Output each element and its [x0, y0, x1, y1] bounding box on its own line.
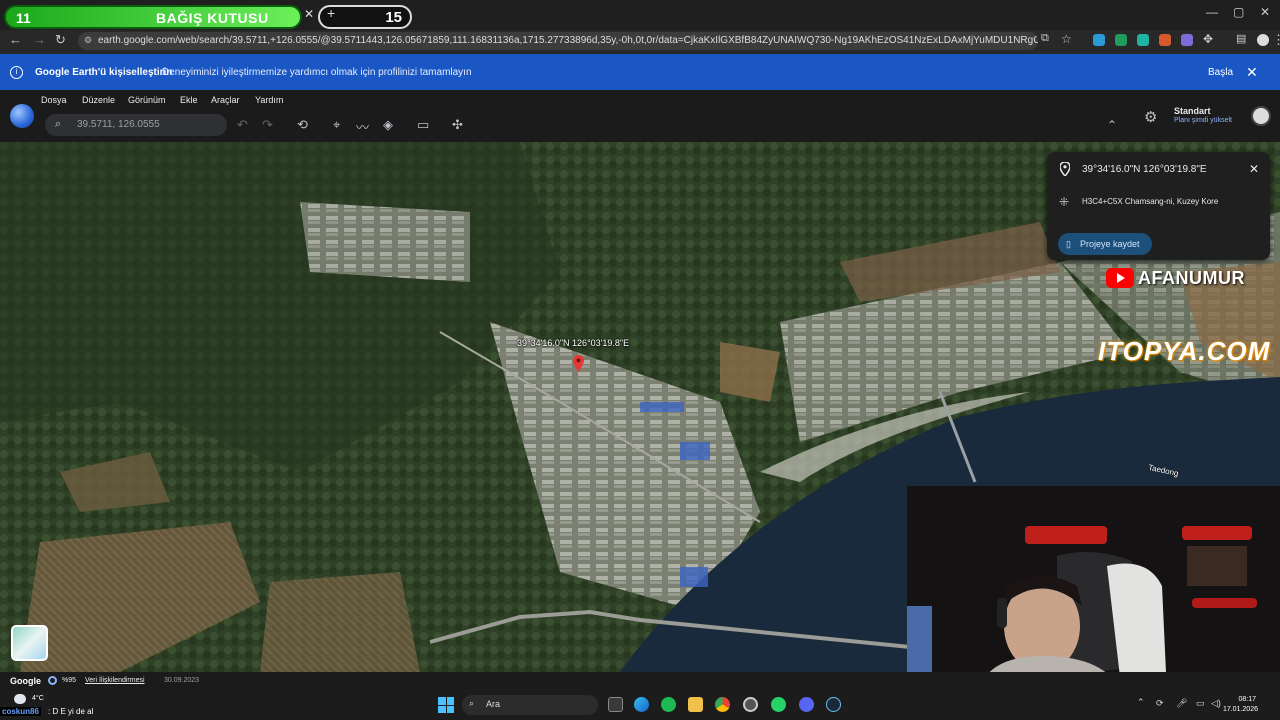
notice-text: Deneyiminizi iyileştirmemize yardımcı ol…: [162, 67, 472, 78]
clock-time[interactable]: 08:17: [1226, 696, 1256, 703]
windows-start-icon[interactable]: [438, 697, 454, 713]
layers-icon[interactable]: ◈: [383, 117, 393, 133]
site-info-icon[interactable]: ⚙: [84, 35, 92, 46]
chrome-icon[interactable]: [715, 697, 730, 712]
discord-icon[interactable]: [799, 697, 814, 712]
obs-icon[interactable]: [743, 697, 758, 712]
save-to-project-button[interactable]: Projeye kaydet: [1058, 233, 1152, 255]
url-field[interactable]: earth.google.com/web/search/39.5711,+126…: [78, 32, 1038, 50]
steam-icon[interactable]: [826, 697, 841, 712]
sponsor-logo: ITOPYA.COM: [1098, 336, 1271, 366]
imagery-date: 30.09.2023: [164, 677, 200, 684]
loading-spinner-icon: [48, 676, 57, 685]
notice-title: Google Earth'ü kişiselleştirin: [35, 67, 173, 78]
menu-help[interactable]: Yardım: [255, 95, 283, 105]
taskbar-search-input[interactable]: Ara: [462, 695, 598, 715]
data-attribution-link[interactable]: Veri İlişkilendirmesi: [85, 677, 145, 684]
file-explorer-icon[interactable]: [688, 697, 703, 712]
spotify-icon[interactable]: [661, 697, 676, 712]
back-icon[interactable]: ←: [9, 32, 22, 47]
extension-icon[interactable]: [1093, 34, 1105, 46]
draw-path-icon[interactable]: 〰: [356, 117, 369, 136]
google-logo: Google: [10, 676, 41, 686]
bookmark-icon: ▯: [1066, 239, 1071, 249]
search-input[interactable]: 39.5711, 126.0555: [45, 114, 227, 136]
webcam-image: [907, 486, 1280, 694]
donation-label: BAĞIŞ KUTUSU: [156, 10, 269, 26]
settings-gear-icon[interactable]: ⚙: [1144, 108, 1157, 126]
search-icon: ⌕: [469, 698, 475, 708]
whatsapp-icon[interactable]: [771, 697, 786, 712]
task-view-icon[interactable]: [608, 697, 623, 712]
redo-icon[interactable]: ↷: [262, 117, 273, 133]
card-coordinates: 39°34'16.0"N 126°03'19.8"E: [1082, 164, 1207, 175]
plan-upgrade-link[interactable]: Planı şimdi yükselt: [1174, 117, 1232, 124]
donation-count: 11: [16, 10, 31, 26]
donation-box-overlay: 11 BAĞIŞ KUTUSU: [4, 5, 302, 29]
volume-icon[interactable]: ◁): [1211, 698, 1221, 709]
forward-icon[interactable]: →: [33, 32, 46, 47]
earth-logo-icon[interactable]: [10, 104, 34, 128]
menu-view[interactable]: Görünüm: [128, 95, 166, 105]
chat-username: coskun86: [0, 707, 41, 716]
location-pin-icon: [1060, 162, 1070, 176]
window-close-icon[interactable]: ✕: [1260, 5, 1270, 19]
network-icon[interactable]: ▭: [1196, 698, 1205, 709]
reload-icon[interactable]: ↻: [55, 32, 66, 48]
tab-close-icon[interactable]: ✕: [304, 7, 314, 21]
tray-app-icon[interactable]: ⟳: [1156, 698, 1164, 709]
microphone-icon[interactable]: 🎤︎: [1176, 698, 1187, 709]
search-icon: ⌕: [55, 118, 62, 130]
card-plus-code: H3C4+C5X Chamsang-ni, Kuzey Kore: [1082, 197, 1219, 206]
weather-cloud-icon[interactable]: [14, 694, 26, 704]
clock-date[interactable]: 17.01.2026: [1222, 706, 1258, 713]
profile-avatar[interactable]: [1257, 34, 1269, 46]
chrome-menu-icon[interactable]: ⋮: [1272, 32, 1280, 48]
map-style-button[interactable]: [11, 625, 48, 661]
menu-add[interactable]: Ekle: [180, 95, 198, 105]
menu-edit[interactable]: Düzenle: [82, 95, 115, 105]
install-app-icon[interactable]: ⧉: [1041, 32, 1049, 45]
new-tab-icon[interactable]: +: [327, 5, 335, 21]
add-placemark-icon[interactable]: ⌖: [333, 117, 340, 133]
load-progress: %95: [62, 677, 77, 684]
collapse-chevron-icon[interactable]: ⌃: [1107, 118, 1117, 132]
plus-code-icon: ⁜: [1059, 195, 1070, 209]
info-icon: i: [10, 66, 23, 79]
card-close-icon[interactable]: ✕: [1249, 162, 1259, 176]
location-pin-icon[interactable]: [573, 355, 584, 372]
notice-close-icon[interactable]: ✕: [1246, 64, 1258, 81]
placemark-label: 39°34'16.0"N 126°03'19.8"E: [517, 338, 630, 348]
extension-icon[interactable]: [1159, 34, 1171, 46]
chat-message: : D E yi de al: [48, 707, 94, 716]
bookmark-star-icon[interactable]: ☆: [1061, 32, 1072, 46]
account-avatar[interactable]: [1251, 106, 1271, 126]
youtube-icon: [1106, 268, 1134, 288]
measure-icon[interactable]: ▭: [417, 117, 429, 133]
undo-icon[interactable]: ↶: [237, 117, 248, 133]
youtube-channel-name: AFANUMUR: [1138, 268, 1245, 288]
voyager-icon[interactable]: ✣: [452, 117, 463, 133]
edge-icon[interactable]: [634, 697, 649, 712]
extensions-puzzle-icon[interactable]: ✥: [1203, 32, 1213, 46]
extension-icon[interactable]: [1137, 34, 1149, 46]
menu-file[interactable]: Dosya: [41, 95, 67, 105]
extension-icon[interactable]: [1181, 34, 1193, 46]
weather-temperature: 4°C: [32, 695, 44, 702]
maximize-icon[interactable]: ▢: [1233, 5, 1244, 19]
minimize-icon[interactable]: —: [1206, 5, 1218, 19]
extension-icon[interactable]: [1115, 34, 1127, 46]
webcam-overlay: [907, 486, 1280, 694]
tray-overflow-icon[interactable]: ⌃: [1137, 697, 1145, 708]
plan-name: Standart: [1174, 106, 1211, 116]
menu-tools[interactable]: Araçlar: [211, 95, 240, 105]
side-panel-icon[interactable]: ▤: [1236, 32, 1246, 45]
history-icon[interactable]: ⟲: [297, 117, 308, 133]
notice-start-button[interactable]: Başla: [1208, 67, 1233, 78]
